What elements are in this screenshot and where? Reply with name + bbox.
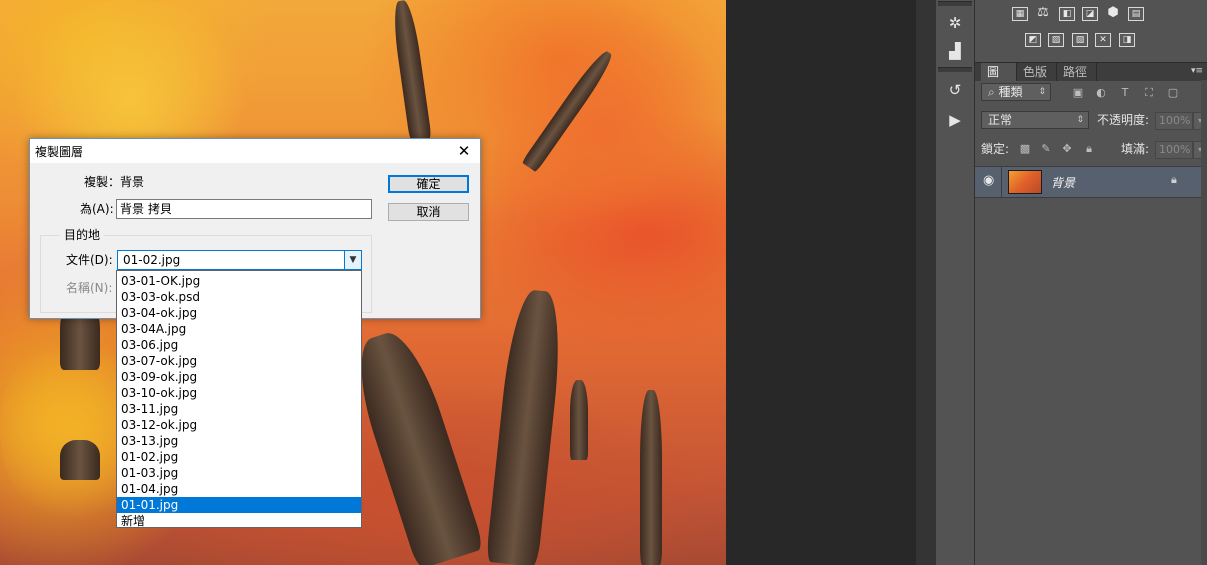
list-item[interactable]: 03-11.jpg: [117, 401, 361, 417]
list-item[interactable]: 03-10-ok.jpg: [117, 385, 361, 401]
lock-label: 鎖定:: [981, 142, 1010, 156]
name-label: 名稱(N):: [66, 281, 113, 295]
blend-mode-value: 正常: [988, 113, 1013, 127]
panel-menu-icon[interactable]: ▾≡: [1191, 63, 1203, 79]
filter-adjustment-icon[interactable]: ◐: [1094, 86, 1108, 100]
fill-input[interactable]: 100%: [1155, 141, 1193, 159]
list-item[interactable]: 03-13.jpg: [117, 433, 361, 449]
duplicate-label: 複製：: [84, 175, 121, 189]
list-item[interactable]: 03-04A.jpg: [117, 321, 361, 337]
document-select-value: 01-02.jpg: [123, 253, 181, 267]
tree-trunk: [345, 324, 485, 565]
panel-tab-bar: 圖層 色版 路徑 ▾≡: [975, 62, 1207, 97]
updown-icon: ⇕: [1076, 115, 1084, 125]
list-item[interactable]: 03-01-OK.jpg: [117, 273, 361, 289]
list-item[interactable]: 01-02.jpg: [117, 449, 361, 465]
opacity-label: 不透明度:: [1097, 113, 1150, 127]
levels-icon[interactable]: ⚖: [1035, 6, 1051, 21]
filter-type-icon[interactable]: T: [1118, 86, 1132, 100]
as-label: 為(A):: [80, 202, 114, 216]
exposure-icon[interactable]: ◪: [1082, 7, 1098, 21]
layer-thumbnail: [1008, 170, 1042, 194]
lock-position-move-icon[interactable]: ✥: [1060, 142, 1074, 156]
eye-icon[interactable]: ◉: [983, 173, 994, 188]
brightness-contrast-icon[interactable]: ▦: [1012, 7, 1028, 21]
document-select[interactable]: 01-02.jpg ▼: [117, 250, 362, 270]
as-name-input[interactable]: 背景 拷貝: [116, 199, 372, 219]
list-item[interactable]: 01-04.jpg: [117, 481, 361, 497]
navigator-icon[interactable]: ✲: [945, 13, 965, 33]
panel-dock-strip: [916, 0, 937, 565]
tree-branch: [390, 0, 432, 141]
chevron-down-icon[interactable]: ▼: [344, 251, 361, 269]
dialog-titlebar[interactable]: 複製圖層 ✕: [30, 139, 480, 163]
lock-paint-brush-icon[interactable]: ✎: [1039, 142, 1053, 156]
search-icon: ⌕: [988, 85, 999, 99]
vibrance-icon[interactable]: ⬢: [1105, 6, 1121, 21]
list-item[interactable]: 03-04-ok.jpg: [117, 305, 361, 321]
tab-paths[interactable]: 路徑: [1057, 63, 1097, 81]
document-label: 文件(D):: [66, 253, 113, 267]
tree-trunk: [60, 440, 100, 480]
tab-channels[interactable]: 色版: [1017, 63, 1057, 81]
filter-kind-dropdown[interactable]: ⌕ 種類 ⇕: [981, 83, 1051, 101]
actions-play-icon[interactable]: ▶: [945, 110, 965, 130]
channel-mixer-icon[interactable]: ▨: [1048, 33, 1064, 47]
list-item[interactable]: 01-03.jpg: [117, 465, 361, 481]
divider: [1001, 167, 1002, 197]
list-item[interactable]: 03-07-ok.jpg: [117, 353, 361, 369]
hue-saturation-icon[interactable]: ▤: [1128, 7, 1144, 21]
layer-lock-icon: 🔒︎: [1171, 173, 1177, 186]
workspace-background: [726, 0, 916, 565]
dialog-title: 複製圖層: [35, 145, 84, 159]
fill-label: 填滿:: [1121, 142, 1150, 156]
list-item[interactable]: 03-06.jpg: [117, 337, 361, 353]
list-item[interactable]: 03-03-ok.psd: [117, 289, 361, 305]
tree-trunk: [640, 390, 662, 565]
list-item[interactable]: 03-12-ok.jpg: [117, 417, 361, 433]
filter-shape-icon[interactable]: ⛶: [1142, 86, 1156, 100]
histogram-icon[interactable]: ▟: [945, 41, 965, 61]
posterize-icon[interactable]: ◨: [1119, 33, 1135, 47]
photo-filter-icon[interactable]: ◩: [1025, 33, 1041, 47]
document-dropdown-list: 03-01-OK.jpg 03-03-ok.psd 03-04-ok.jpg 0…: [116, 270, 362, 528]
dock-grip: [938, 67, 972, 72]
ok-button[interactable]: 確定: [388, 175, 469, 193]
filter-smart-object-icon[interactable]: ▢: [1166, 86, 1180, 100]
list-item[interactable]: 03-09-ok.jpg: [117, 369, 361, 385]
lock-all-icon[interactable]: 🔒︎: [1082, 142, 1096, 156]
duplicate-source-value: 背景: [120, 175, 145, 189]
tree-trunk: [570, 380, 588, 460]
tab-layers[interactable]: 圖層: [981, 63, 1017, 97]
filter-pixel-icon[interactable]: ▣: [1071, 86, 1085, 100]
list-item[interactable]: 新增: [117, 513, 361, 527]
color-lookup-icon[interactable]: ▧: [1072, 33, 1088, 47]
lock-transparent-icon[interactable]: ▩: [1018, 142, 1032, 156]
layer-name[interactable]: 背景: [1051, 174, 1075, 191]
dock-grip: [938, 1, 972, 6]
history-icon[interactable]: ↺: [945, 80, 965, 100]
layer-row-background[interactable]: ◉ 背景 🔒︎: [975, 166, 1201, 198]
curves-icon[interactable]: ◧: [1059, 7, 1075, 21]
close-icon[interactable]: ✕: [455, 142, 473, 160]
invert-icon[interactable]: ✕: [1095, 33, 1111, 47]
blend-mode-dropdown[interactable]: 正常 ⇕: [981, 111, 1089, 129]
layers-panel: ▦ ⚖ ◧ ◪ ⬢ ▤ ◩ ▨ ▧ ✕ ◨ 圖層 色版 路徑 ▾≡ ⌕ 種類 ⇕…: [975, 0, 1207, 565]
list-item-selected[interactable]: 01-01.jpg: [117, 497, 361, 513]
collapsed-panel-bar: ✲ ▟ ↺ ▶: [936, 0, 975, 565]
updown-icon: ⇕: [1038, 87, 1046, 97]
tree-trunk: [485, 288, 567, 565]
foliage: [480, 0, 726, 260]
opacity-input[interactable]: 100%: [1155, 112, 1193, 130]
panel-scrollbar[interactable]: [1201, 80, 1207, 565]
filter-kind-label: 種類: [998, 85, 1023, 99]
destination-label: 目的地: [60, 228, 105, 242]
cancel-button[interactable]: 取消: [388, 203, 469, 221]
